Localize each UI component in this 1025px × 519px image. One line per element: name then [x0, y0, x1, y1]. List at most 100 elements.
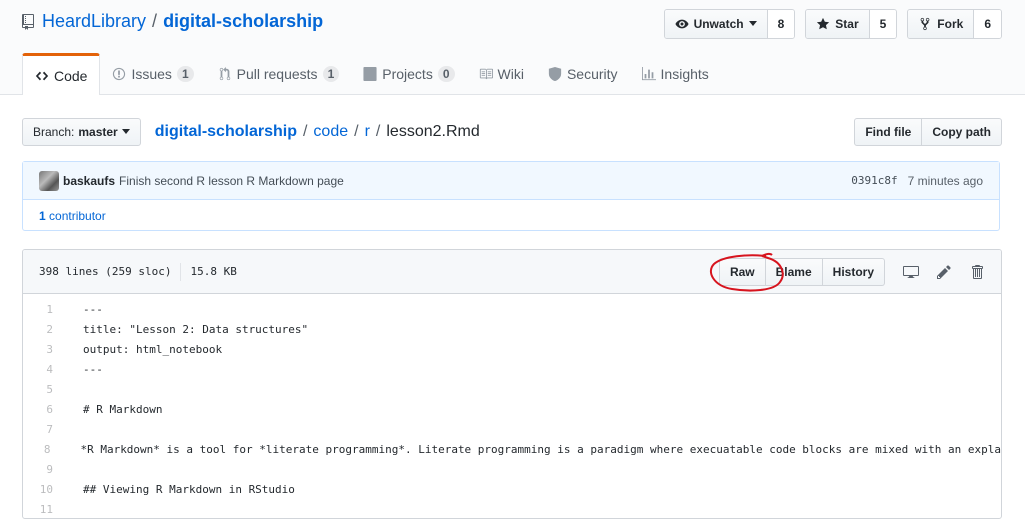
breadcrumb-file-name: lesson2.Rmd: [386, 123, 480, 140]
file-line-count: 398 lines (259 sloc): [39, 265, 172, 278]
file-size: 15.8 KB: [190, 265, 237, 278]
code-icon: [35, 71, 49, 80]
file-actions: Raw Blame History: [718, 257, 985, 286]
avatar[interactable]: [39, 170, 59, 191]
line-number[interactable]: 9: [23, 463, 63, 476]
blame-button[interactable]: Blame: [765, 257, 823, 286]
raw-button[interactable]: Raw: [718, 257, 766, 286]
repo-icon: [22, 13, 34, 30]
star-group: Star 5: [805, 9, 898, 39]
project-icon: [363, 66, 377, 81]
code-line-content: output: html_notebook: [83, 342, 223, 356]
line-number[interactable]: 1: [23, 303, 63, 316]
tab-insights-label: Insights: [660, 65, 709, 82]
book-icon: [479, 68, 493, 79]
path-actions: Find file Copy path: [854, 118, 1002, 146]
repo-title: HeardLibrary / digital-scholarship: [22, 11, 323, 32]
breadcrumb-r-link[interactable]: r: [365, 123, 370, 141]
contributors-link[interactable]: 1 contributor: [39, 209, 106, 223]
copy-path-button[interactable]: Copy path: [922, 118, 1002, 146]
breadcrumb-separator: /: [302, 123, 308, 140]
history-button[interactable]: History: [822, 257, 885, 286]
code-line: 4 ---: [23, 359, 1001, 379]
file-viewer: 398 lines (259 sloc) 15.8 KB Raw Blame H…: [22, 249, 1002, 519]
breadcrumb-root-link[interactable]: digital-scholarship: [155, 123, 297, 141]
tab-code[interactable]: Code: [22, 53, 101, 95]
fork-label: Fork: [937, 17, 964, 31]
file-button-group: Raw Blame History: [718, 257, 885, 286]
line-number[interactable]: 6: [23, 403, 63, 416]
breadcrumb-separator: /: [375, 123, 381, 140]
code-line-content: ---: [83, 302, 103, 316]
file-header: 398 lines (259 sloc) 15.8 KB Raw Blame H…: [23, 250, 1001, 294]
star-icon: [817, 17, 830, 30]
commit-sha-link[interactable]: 0391c8f: [851, 174, 897, 187]
repo-owner-link[interactable]: HeardLibrary: [42, 11, 146, 32]
watch-group: Unwatch 8: [663, 9, 796, 39]
code-line: 5: [23, 379, 1001, 399]
line-number[interactable]: 11: [23, 503, 63, 516]
watch-count[interactable]: 8: [767, 10, 795, 38]
fork-group: Fork 6: [907, 9, 1002, 39]
code-line: 8 *R Markdown* is a tool for *literate pr…: [23, 439, 1001, 459]
tab-projects-label: Projects: [382, 65, 433, 82]
repo-name-link[interactable]: digital-scholarship: [163, 11, 323, 32]
pencil-icon[interactable]: [936, 264, 952, 280]
file-navigation: Branch: master digital-scholarship / cod…: [22, 118, 1002, 146]
tab-issues[interactable]: Issues 1: [100, 53, 205, 94]
branch-name: master: [78, 125, 118, 139]
find-file-button[interactable]: Find file: [854, 118, 923, 146]
commit-message-link[interactable]: Finish second R lesson R Markdown page: [119, 174, 344, 188]
breadcrumb: digital-scholarship / code / r / lesson2…: [155, 123, 480, 141]
code-line-content: title: "Lesson 2: Data structures": [83, 322, 309, 336]
trash-icon[interactable]: [969, 264, 985, 280]
fork-button[interactable]: Fork: [908, 10, 975, 38]
star-count[interactable]: 5: [869, 10, 897, 38]
caret-down-icon: [748, 21, 757, 26]
code-line-content: ---: [83, 362, 103, 376]
line-number[interactable]: 5: [23, 383, 63, 396]
line-number[interactable]: 2: [23, 323, 63, 336]
issues-counter: 1: [176, 65, 194, 82]
branch-prefix: Branch:: [33, 125, 75, 139]
line-number[interactable]: 4: [23, 363, 63, 376]
tab-issues-label: Issues: [131, 65, 172, 82]
tab-insights[interactable]: Insights: [630, 53, 721, 94]
fork-count[interactable]: 6: [974, 10, 1001, 38]
line-number[interactable]: 7: [23, 423, 63, 436]
code-line: 9: [23, 459, 1001, 479]
issue-icon: [113, 67, 126, 80]
pull-requests-counter: 1: [322, 65, 340, 82]
tab-wiki-label: Wiki: [497, 65, 524, 82]
breadcrumb-separator: /: [354, 123, 359, 140]
code-line: 6 # R Markdown: [23, 399, 1001, 419]
line-number[interactable]: 3: [23, 343, 63, 356]
commit-tease: baskaufs Finish second R lesson R Markdo…: [22, 161, 1000, 231]
caret-down-icon: [121, 129, 130, 134]
contributors-count: 1: [39, 209, 46, 223]
line-number[interactable]: 8: [23, 443, 60, 456]
commit-author-link[interactable]: baskaufs: [63, 174, 115, 188]
pull-request-icon: [219, 66, 230, 80]
tab-security[interactable]: Security: [536, 53, 630, 94]
tab-pull-requests[interactable]: Pull requests 1: [206, 53, 352, 94]
tab-pull-requests-label: Pull requests: [236, 65, 318, 82]
desktop-icon[interactable]: [903, 264, 919, 280]
branch-select-button[interactable]: Branch: master: [22, 118, 141, 146]
code-line: 10 ## Viewing R Markdown in RStudio: [23, 479, 1001, 499]
code-line: 3 output: html_notebook: [23, 339, 1001, 359]
tab-wiki[interactable]: Wiki: [467, 53, 536, 94]
code-line: 11: [23, 499, 1001, 518]
star-button[interactable]: Star: [806, 10, 870, 38]
tab-projects[interactable]: Projects 0: [351, 53, 466, 94]
breadcrumb-code-link[interactable]: code: [313, 123, 348, 141]
unwatch-button[interactable]: Unwatch: [664, 10, 768, 38]
repo-nav-tabs: Code Issues 1 Pull requests 1 Projects 0…: [22, 53, 721, 95]
code-line-content: # R Markdown: [83, 402, 163, 416]
latest-commit: baskaufs Finish second R lesson R Markdo…: [23, 162, 999, 200]
file-info-divider: [180, 262, 182, 281]
line-number[interactable]: 10: [23, 483, 63, 496]
contributors-label: contributor: [49, 209, 106, 223]
commit-time: 7 minutes ago: [907, 173, 983, 188]
repo-separator: /: [152, 11, 158, 31]
